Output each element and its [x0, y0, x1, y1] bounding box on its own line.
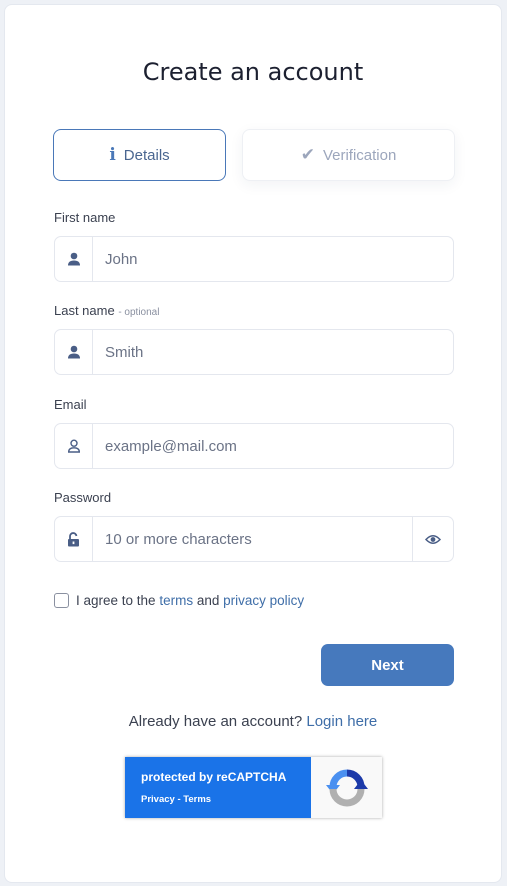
next-button[interactable]: Next [321, 644, 454, 686]
tab-details[interactable]: i Details [53, 129, 226, 181]
unlock-icon [55, 517, 93, 561]
login-prompt: Already have an account? Login here [5, 713, 501, 730]
recaptcha-badge: protected by reCAPTCHA Privacy - Terms [125, 757, 382, 818]
login-link[interactable]: Login here [306, 713, 377, 730]
optional-tag: - optional [118, 307, 160, 318]
page-title: Create an account [142, 58, 364, 86]
first-name-label: First name [54, 210, 116, 225]
email-field [54, 423, 454, 469]
agree-and: and [196, 593, 220, 608]
agree-text: I agree to the terms and privacy policy [76, 593, 304, 608]
password-label: Password [54, 490, 112, 505]
recaptcha-links[interactable]: Privacy - Terms [141, 794, 311, 805]
last-name-label-text: Last name [54, 303, 115, 318]
recaptcha-logo-icon [311, 757, 382, 818]
last-name-field [54, 329, 454, 375]
user-outline-icon [55, 424, 93, 468]
recaptcha-protected-text: protected by reCAPTCHA [141, 770, 287, 784]
email-input[interactable] [93, 424, 453, 468]
tab-verification-label: Verification [322, 146, 397, 164]
last-name-label: Last name - optional [54, 303, 159, 318]
check-icon: ✔ [300, 145, 315, 164]
email-label: Email [54, 397, 87, 412]
info-icon: i [109, 145, 116, 165]
privacy-policy-link[interactable]: privacy policy [223, 593, 304, 608]
tab-verification[interactable]: ✔ Verification [242, 129, 455, 181]
agree-row: I agree to the terms and privacy policy [54, 593, 304, 608]
first-name-field [54, 236, 454, 282]
first-name-input[interactable] [93, 237, 453, 281]
recaptcha-text-panel: protected by reCAPTCHA Privacy - Terms [125, 757, 311, 818]
user-icon [55, 237, 93, 281]
login-prompt-text: Already have an account? [128, 713, 303, 730]
agree-prefix: I agree to the [76, 593, 156, 608]
agree-checkbox[interactable] [54, 593, 69, 608]
user-icon [55, 330, 93, 374]
terms-link[interactable]: terms [159, 593, 193, 608]
tab-details-label: Details [123, 146, 170, 164]
signup-card: Create an account i Details ✔ Verificati… [4, 4, 502, 883]
eye-icon[interactable] [412, 517, 453, 561]
password-input[interactable] [93, 517, 412, 561]
last-name-input[interactable] [93, 330, 453, 374]
password-field [54, 516, 454, 562]
